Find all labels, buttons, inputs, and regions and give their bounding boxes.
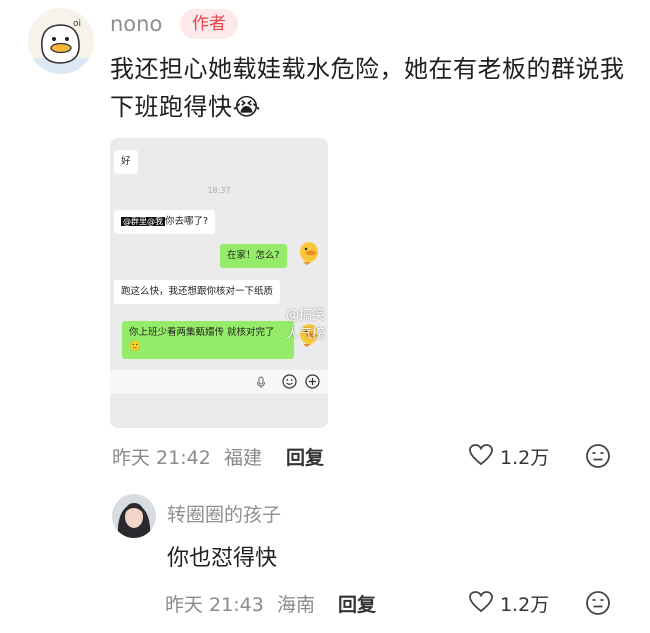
chat-timestamp: 18:37: [207, 186, 231, 195]
chat-mention: @群里@我: [121, 217, 165, 226]
heart-icon[interactable]: [468, 590, 494, 614]
chat-emoji: 🙂: [129, 341, 141, 352]
reply-text: 你也怼得快: [167, 546, 278, 571]
chat-text: 你上班少看两集甄嬛传 就核对完了: [129, 327, 275, 338]
dislike-face-icon[interactable]: [585, 590, 611, 616]
reply-avatar[interactable]: [112, 494, 156, 538]
comment-text: 我还担心她载娃载水危险，她在有老板的群说我下班跑得快😭: [110, 50, 630, 126]
author-badge: 作者: [180, 9, 238, 39]
like-count: 1.2万: [500, 594, 550, 616]
chat-bubble: 好: [114, 150, 138, 174]
duck-avatar-icon: oi: [28, 8, 94, 74]
like-count: 1.2万: [500, 447, 550, 469]
crying-emoji: 😭: [232, 93, 262, 121]
watermark: @搞笑人气榜: [286, 308, 326, 342]
reply-username[interactable]: 转圈圈的孩子: [167, 500, 281, 527]
chat-bubble: @群里@我 你去哪了?: [114, 210, 216, 234]
comment-location: 福建: [224, 447, 263, 469]
chat-bubble: 你上班少看两集甄嬛传 就核对完了 🙂: [122, 321, 294, 359]
reply-button[interactable]: 回复: [286, 443, 324, 470]
comment-image[interactable]: 好 18:37 @群里@我 你去哪了? 在家！怎么? 跑这么快，我还想跟你核对一下…: [110, 138, 328, 428]
heart-icon[interactable]: [468, 443, 494, 467]
comment-time: 昨天 21:42: [112, 447, 211, 469]
comment-username[interactable]: nono: [110, 12, 162, 36]
svg-text:oi: oi: [73, 19, 81, 29]
emoji-icon: [282, 374, 297, 389]
chat-input-bar: [110, 370, 328, 394]
plus-icon: [305, 374, 320, 389]
reply-location: 海南: [277, 594, 316, 616]
girl-avatar-icon: [112, 494, 156, 538]
dislike-face-icon[interactable]: [585, 443, 611, 469]
avatar[interactable]: oi: [28, 8, 94, 74]
chat-bubble: 跑这么快，我还想跟你核对一下纸质: [114, 280, 281, 304]
duck-sticker-icon: [300, 242, 318, 265]
chat-text: 你去哪了?: [165, 216, 209, 227]
reply-time: 昨天 21:43: [165, 594, 264, 616]
chat-bubble: 在家！怎么?: [220, 244, 287, 268]
microphone-icon: [257, 376, 265, 388]
reply-button[interactable]: 回复: [338, 590, 376, 617]
comment-text-body: 我还担心她载娃载水危险，她在有老板的群说我下班跑得快: [110, 55, 625, 121]
